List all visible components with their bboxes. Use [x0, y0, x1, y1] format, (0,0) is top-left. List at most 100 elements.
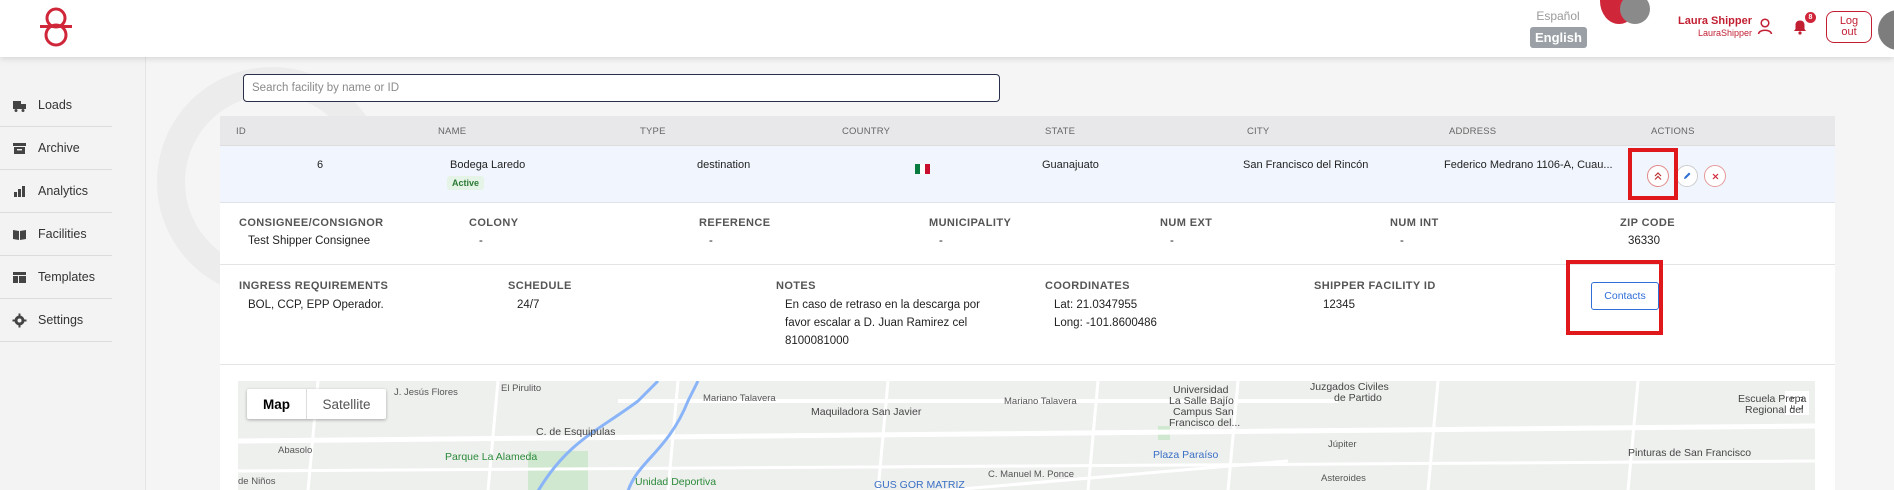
- facility-search-input[interactable]: [243, 74, 1000, 102]
- sidebar-item-analytics[interactable]: Analytics: [0, 170, 112, 213]
- municipality-value: -: [939, 235, 943, 247]
- notes-line-3: 8100081000: [785, 335, 849, 347]
- location-map[interactable]: Map Satellite El Pirulito J. Jesús Flore…: [238, 381, 1815, 490]
- column-header-address[interactable]: ADDRESS: [1449, 126, 1496, 137]
- mexico-flag-icon: [915, 164, 930, 174]
- gear-icon: [12, 313, 27, 327]
- shipper-facility-id-value: 12345: [1323, 299, 1355, 311]
- consignee-label: CONSIGNEE/CONSIGNOR: [239, 217, 384, 229]
- consignee-value: Test Shipper Consignee: [248, 235, 371, 247]
- table-row[interactable]: 6 Bodega Laredo Active destination Guana…: [220, 146, 1835, 203]
- table-header: ID NAME TYPE COUNTRY STATE CITY ADDRESS …: [220, 116, 1835, 146]
- map-label: El Pirulito: [501, 383, 542, 394]
- delete-button[interactable]: [1704, 165, 1726, 187]
- map-tab-map[interactable]: Map: [247, 389, 307, 419]
- edit-button[interactable]: [1676, 165, 1698, 187]
- column-header-country[interactable]: COUNTRY: [842, 126, 890, 137]
- truck-icon: [13, 100, 26, 112]
- sidebar-item-label: Facilities: [38, 227, 87, 241]
- num-ext-label: NUM EXT: [1160, 217, 1213, 229]
- zip-code-value: 36330: [1628, 235, 1660, 247]
- details-row-primary: CONSIGNEE/CONSIGNOR Test Shipper Consign…: [220, 203, 1835, 265]
- num-int-value: -: [1400, 235, 1404, 247]
- map-type-toggle: Map Satellite: [247, 389, 386, 419]
- column-header-actions: ACTIONS: [1651, 126, 1695, 137]
- decor-circle-grey: [1620, 0, 1650, 24]
- zip-code-label: ZIP CODE: [1620, 217, 1675, 229]
- ingress-requirements-value: BOL, CCP, EPP Operador.: [248, 299, 384, 311]
- sidebar: Loads Archive Analytics Facilities Templ…: [0, 57, 146, 490]
- sidebar-item-templates[interactable]: Templates: [0, 256, 112, 299]
- lang-option-en[interactable]: English: [1530, 27, 1587, 48]
- map-tab-satellite[interactable]: Satellite: [307, 389, 386, 419]
- map-label: Mariano Talavera: [703, 393, 776, 404]
- map-label: Pinturas de San Francisco: [1628, 447, 1752, 459]
- column-header-id[interactable]: ID: [236, 126, 246, 137]
- column-header-state[interactable]: STATE: [1045, 126, 1075, 137]
- colony-value: -: [479, 235, 483, 247]
- user-info[interactable]: Laura Shipper LauraShipper: [1670, 15, 1752, 38]
- notes-label: NOTES: [776, 280, 816, 292]
- notes-line-2: favor escalar a D. Juan Ramirez cel: [785, 317, 968, 329]
- num-ext-value: -: [1170, 235, 1174, 247]
- schedule-label: SCHEDULE: [508, 280, 572, 292]
- archive-icon: [13, 142, 26, 154]
- municipality-label: MUNICIPALITY: [929, 217, 1012, 229]
- pencil-icon: [1684, 172, 1691, 179]
- close-icon: [1712, 173, 1718, 179]
- brand-logo[interactable]: [38, 6, 74, 48]
- map-label: GUS GOR MATRIZ: [874, 479, 965, 490]
- top-header: Español English Laura Shipper LauraShipp…: [0, 0, 1894, 57]
- cell-type: destination: [697, 159, 751, 171]
- cell-state: Guanajuato: [1042, 159, 1099, 171]
- map-label: C. Manuel M. Ponce: [988, 469, 1075, 480]
- column-header-name[interactable]: NAME: [438, 126, 466, 137]
- book-icon: [13, 229, 26, 240]
- map-label: de Niños: [238, 476, 276, 487]
- map-label: Regional del: [1745, 404, 1804, 416]
- user-handle: LauraShipper: [1697, 28, 1752, 38]
- column-header-city[interactable]: CITY: [1247, 126, 1269, 137]
- language-switcher: Español English: [1530, 9, 1587, 48]
- sidebar-item-settings[interactable]: Settings: [0, 299, 112, 342]
- reference-label: REFERENCE: [699, 217, 771, 229]
- cell-id: 6: [317, 159, 324, 171]
- status-badge: Active: [447, 176, 485, 190]
- colony-label: COLONY: [469, 217, 519, 229]
- lang-option-es[interactable]: Español: [1530, 9, 1586, 23]
- sidebar-item-loads[interactable]: Loads: [0, 84, 112, 127]
- map-label: Parque La Alameda: [445, 451, 538, 463]
- map-label: Asteroides: [1321, 473, 1366, 484]
- sidebar-item-facilities[interactable]: Facilities: [0, 213, 112, 256]
- bar-chart-icon: [14, 185, 25, 197]
- notification-count-badge: 8: [1805, 12, 1816, 23]
- notes-line-1: En caso de retraso en la descarga por: [785, 299, 980, 311]
- schedule-value: 24/7: [517, 299, 540, 311]
- map-label: Abasolo: [278, 445, 313, 456]
- map-label: Unidad Deportiva: [635, 476, 717, 488]
- sidebar-item-label: Loads: [38, 98, 73, 112]
- ingress-requirements-label: INGRESS REQUIREMENTS: [239, 280, 389, 292]
- map-label: J. Jesús Flores: [394, 387, 458, 398]
- sidebar-item-label: Templates: [38, 270, 95, 284]
- user-icon[interactable]: [1756, 17, 1774, 35]
- main-content: ID NAME TYPE COUNTRY STATE CITY ADDRESS …: [147, 57, 1894, 490]
- shipper-facility-id-label: SHIPPER FACILITY ID: [1314, 280, 1436, 292]
- template-icon: [13, 271, 26, 283]
- logout-button[interactable]: Log out: [1826, 11, 1872, 43]
- latitude-value: Lat: 21.0347955: [1054, 299, 1138, 311]
- highlight-contacts-button: [1566, 260, 1663, 335]
- sidebar-item-label: Settings: [38, 313, 84, 327]
- cell-city: San Francisco del Rincón: [1243, 159, 1369, 171]
- map-label: Maquiladora San Javier: [811, 406, 922, 418]
- map-label: Francisco del...: [1169, 417, 1241, 429]
- coordinates-label: COORDINATES: [1045, 280, 1130, 292]
- map-label: Plaza Paraíso: [1153, 449, 1219, 461]
- num-int-label: NUM INT: [1390, 217, 1439, 229]
- reference-value: -: [709, 235, 713, 247]
- map-label: Mariano Talavera: [1004, 396, 1077, 407]
- sidebar-item-label: Archive: [38, 141, 80, 155]
- column-header-type[interactable]: TYPE: [640, 126, 666, 137]
- sidebar-item-archive[interactable]: Archive: [0, 127, 112, 170]
- map-label: de Partido: [1334, 392, 1382, 404]
